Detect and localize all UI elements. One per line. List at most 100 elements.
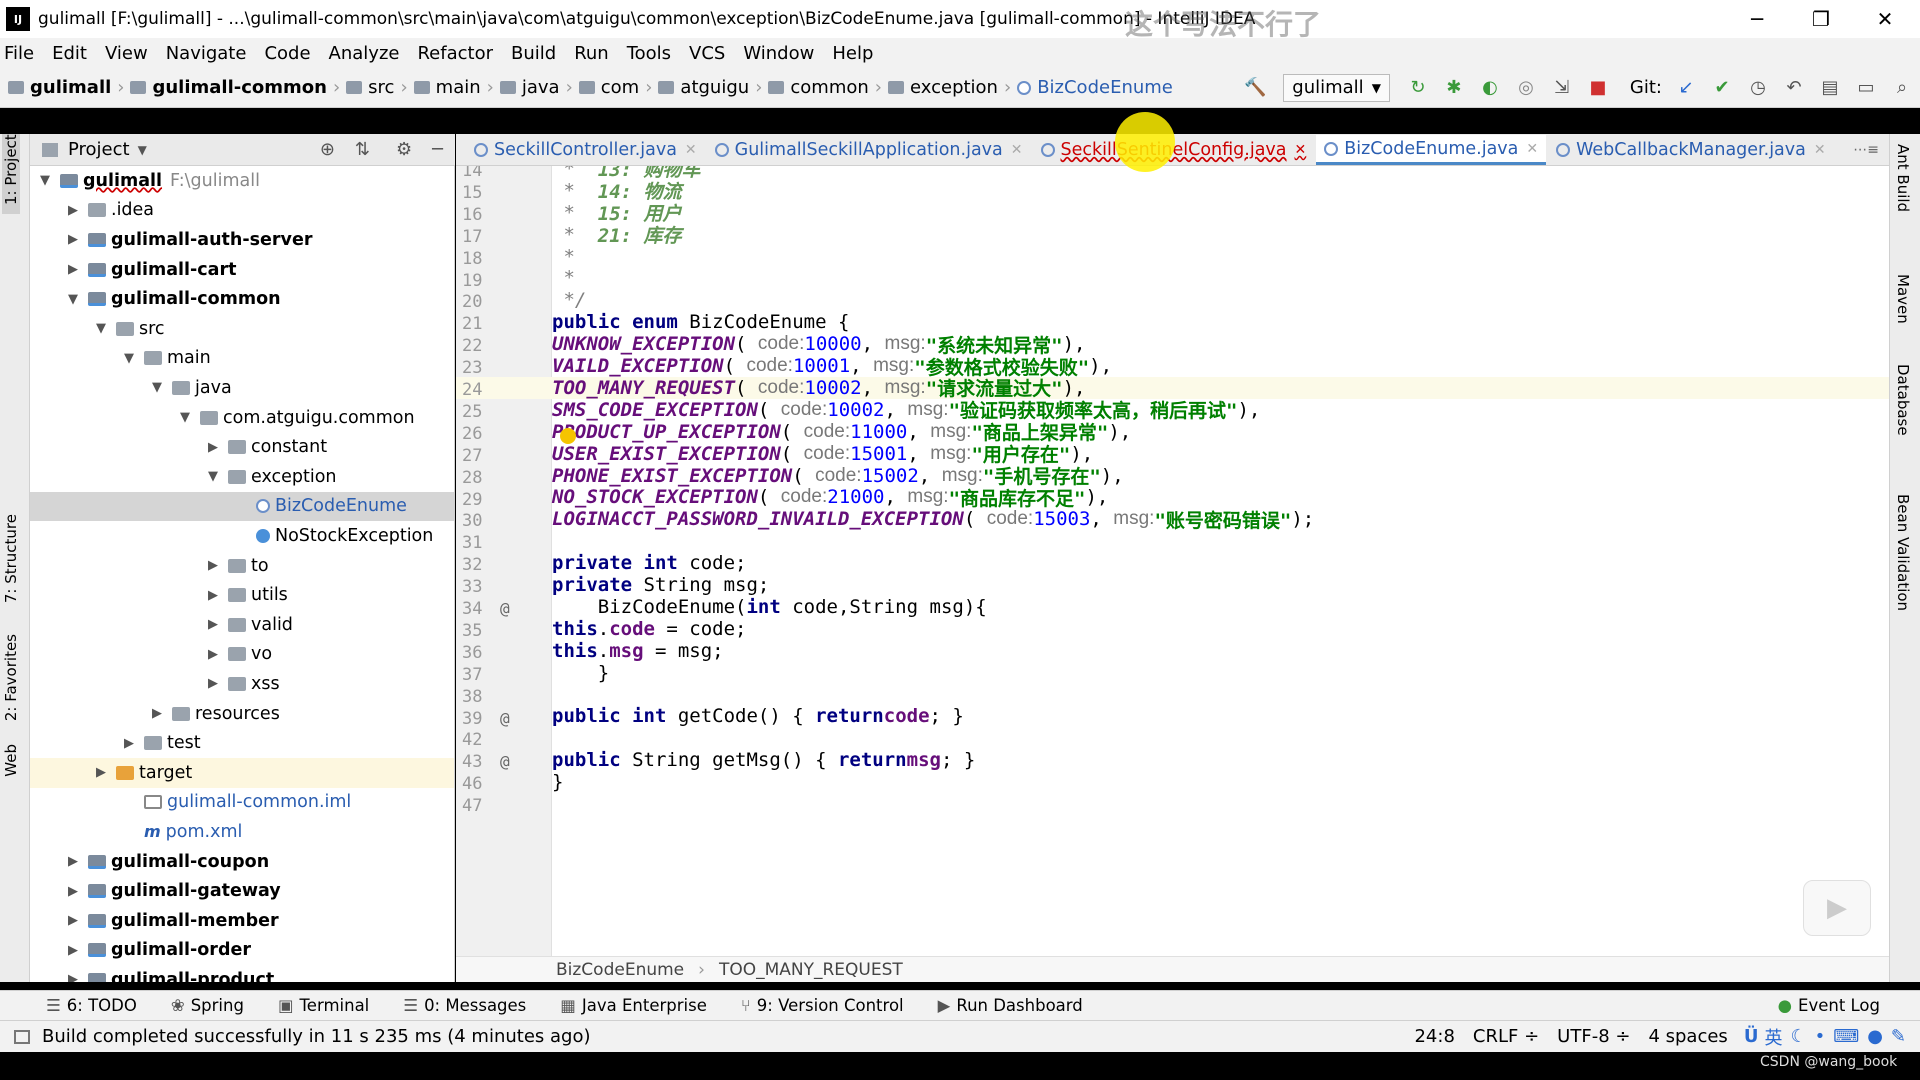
breadcrumb-item[interactable]: java ›	[499, 77, 573, 98]
build-hammer-icon[interactable]: 🔨	[1242, 75, 1268, 101]
override-marker-icon[interactable]: @	[500, 752, 510, 771]
tab-overflow-icon[interactable]: ⋯≡	[1853, 142, 1879, 158]
chevron-right-icon[interactable]: ▶	[204, 617, 222, 632]
bottom-tool-tab[interactable]: ☰ 0: Messages	[403, 996, 526, 1015]
chevron-right-icon[interactable]: ▶	[64, 913, 82, 928]
menu-code[interactable]: Code	[264, 43, 310, 64]
chevron-down-icon[interactable]: ▼	[92, 321, 110, 336]
override-marker-icon[interactable]: @	[500, 709, 510, 728]
minimize-icon[interactable]: ─	[1742, 6, 1772, 32]
chevron-right-icon[interactable]: ▶	[120, 736, 138, 751]
menu-edit[interactable]: Edit	[52, 43, 87, 64]
close-tab-icon[interactable]: ✕	[1011, 142, 1023, 158]
presentation-icon[interactable]: ▭	[1853, 75, 1879, 101]
bottom-tool-tab[interactable]: ▶ Run Dashboard	[938, 996, 1083, 1015]
menu-view[interactable]: View	[105, 43, 148, 64]
tree-item[interactable]: ▶ gulimall-member	[30, 906, 454, 936]
chevron-down-icon[interactable]: ▼	[148, 380, 166, 395]
chevron-right-icon[interactable]: ▶	[64, 884, 82, 899]
bottom-tool-tab[interactable]: ▦ Java Enterprise	[560, 996, 707, 1015]
event-log-tab[interactable]: Event Log	[1798, 996, 1880, 1015]
tree-item[interactable]: ▶ utils	[30, 580, 454, 610]
left-tab[interactable]: 2: Favorites	[2, 634, 20, 721]
breadcrumb-item[interactable]: atguigu ›	[658, 77, 762, 98]
close-icon[interactable]: ✕	[1870, 6, 1900, 32]
rerun-icon[interactable]: ↻	[1405, 75, 1431, 101]
left-tab[interactable]: 1: Project	[2, 134, 20, 214]
menu-file[interactable]: File	[4, 43, 34, 64]
editor-tab[interactable]: BizCodeEnume.java ✕	[1316, 135, 1547, 165]
menu-tools[interactable]: Tools	[627, 43, 671, 64]
line-separator[interactable]: CRLF ÷	[1473, 1026, 1539, 1047]
breadcrumb-item[interactable]: gulimall ›	[8, 77, 124, 98]
tree-item[interactable]: ▼ gulimall-common	[30, 284, 454, 314]
menu-vcs[interactable]: VCS	[689, 43, 725, 64]
chevron-right-icon[interactable]: ▶	[204, 440, 222, 455]
breadcrumb-item[interactable]: BizCodeEnume	[1017, 77, 1173, 98]
tree-item[interactable]: ▼ exception	[30, 462, 454, 492]
chevron-down-icon[interactable]: ▼	[176, 410, 194, 425]
chevron-right-icon[interactable]: ▶	[64, 232, 82, 247]
close-tab-icon[interactable]: ✕	[1295, 142, 1307, 158]
tree-item[interactable]: ▶ gulimall-auth-server	[30, 225, 454, 255]
chevron-right-icon[interactable]: ▶	[64, 943, 82, 958]
tree-item[interactable]: ▶ constant	[30, 432, 454, 462]
override-marker-icon[interactable]: @	[500, 599, 510, 618]
menu-refactor[interactable]: Refactor	[417, 43, 493, 64]
tree-item[interactable]: ▼ main	[30, 344, 454, 374]
left-tab[interactable]: 7: Structure	[2, 514, 20, 603]
close-tab-icon[interactable]: ✕	[1526, 141, 1538, 157]
right-tab[interactable]: Maven	[1894, 274, 1912, 324]
code-editor[interactable]: 14 15 16 17 18 19 20 21 22 23 24 25 26 27 28 29 30 31 32 33…	[456, 166, 1889, 956]
tree-item[interactable]: ▶ test	[30, 728, 454, 758]
tree-item[interactable]: ▶ xss	[30, 669, 454, 699]
tree-item[interactable]: gulimall-common.iml	[30, 788, 454, 818]
play-icon[interactable]: ▶	[1803, 880, 1871, 936]
bottom-tool-tab[interactable]: ❀ Spring	[171, 996, 244, 1015]
tree-item[interactable]: ▶ to	[30, 551, 454, 581]
tree-item[interactable]: ▶ .idea	[30, 196, 454, 226]
right-tab[interactable]: Ant Build	[1894, 144, 1912, 212]
right-tab[interactable]: Database	[1894, 364, 1912, 436]
editor-tab[interactable]: GulimallSeckillApplication.java ✕	[707, 135, 1031, 165]
bottom-tool-tab[interactable]: ▣ Terminal	[278, 996, 369, 1015]
tree-item[interactable]: ▶ vo	[30, 640, 454, 670]
search-icon[interactable]: ⌕	[1889, 75, 1915, 101]
editor-tab[interactable]: SeckillController.java ✕	[466, 135, 705, 165]
tree-item[interactable]: ▶ target	[30, 758, 454, 788]
chevron-right-icon[interactable]: ▶	[64, 262, 82, 277]
chevron-right-icon[interactable]: ▶	[204, 558, 222, 573]
file-encoding[interactable]: UTF-8 ÷	[1557, 1026, 1630, 1047]
breadcrumb-item[interactable]: gulimall-common ›	[130, 77, 340, 98]
chevron-right-icon[interactable]: ▶	[204, 676, 222, 691]
chevron-down-icon[interactable]: ▼	[204, 469, 222, 484]
chevron-down-icon[interactable]: ▼	[64, 292, 82, 307]
breadcrumb-item[interactable]: common ›	[768, 77, 882, 98]
git-commit-icon[interactable]: ✔	[1709, 75, 1735, 101]
tree-item[interactable]: ▶ gulimall-cart	[30, 255, 454, 285]
close-tab-icon[interactable]: ✕	[685, 142, 697, 158]
chevron-down-icon[interactable]: ▼	[138, 143, 147, 157]
attach-icon[interactable]: ⇲	[1549, 75, 1575, 101]
indent-setting[interactable]: 4 spaces	[1648, 1026, 1727, 1047]
menu-build[interactable]: Build	[511, 43, 556, 64]
bottom-tool-tab[interactable]: ☰ 6: TODO	[46, 996, 137, 1015]
restore-icon[interactable]: ❐	[1806, 6, 1836, 32]
ime-language[interactable]: 英	[1764, 1024, 1782, 1050]
project-panel-title[interactable]: Project	[68, 139, 130, 160]
profile-icon[interactable]: ◎	[1513, 75, 1539, 101]
tree-item[interactable]: ▶ gulimall-coupon	[30, 847, 454, 877]
hide-icon[interactable]: ─	[432, 139, 443, 160]
tree-item[interactable]: NoStockException	[30, 521, 454, 551]
tree-item[interactable]: m pom.xml	[30, 817, 454, 847]
tree-item[interactable]: ▼ java	[30, 373, 454, 403]
tree-item[interactable]: ▶ gulimall-product	[30, 965, 454, 982]
run-config-select[interactable]: gulimall ▼	[1283, 73, 1390, 102]
tree-item[interactable]: ▼ com.atguigu.common	[30, 403, 454, 433]
close-tab-icon[interactable]: ✕	[1814, 142, 1826, 158]
breadcrumb-item[interactable]: src ›	[346, 77, 408, 98]
status-toggle-icon[interactable]	[14, 1029, 30, 1044]
git-update-icon[interactable]: ↙	[1673, 75, 1699, 101]
chevron-right-icon[interactable]: ▶	[204, 647, 222, 662]
tree-item[interactable]: ▶ gulimall-order	[30, 936, 454, 966]
